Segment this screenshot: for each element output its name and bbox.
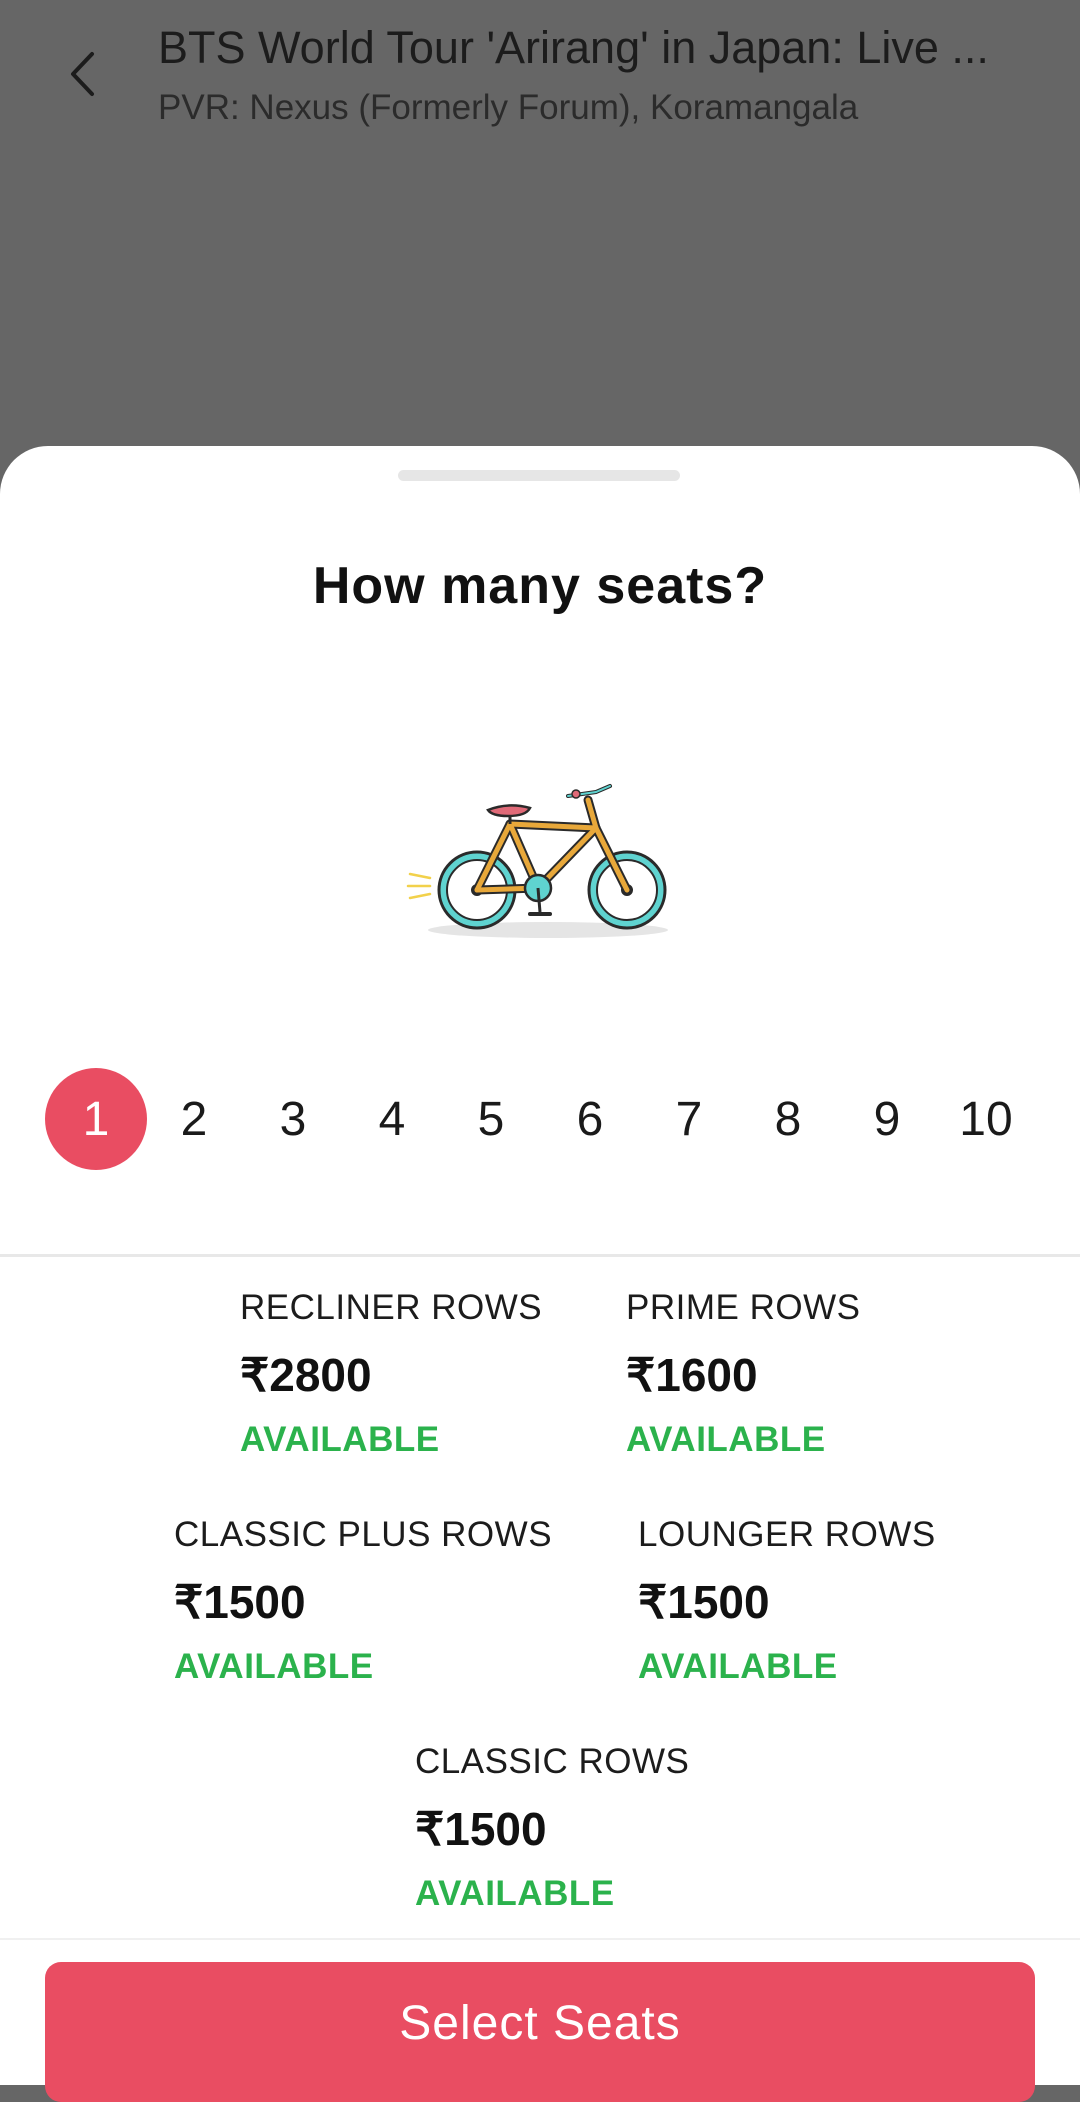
- category-price: ₹1500: [174, 1576, 306, 1628]
- venue-subtitle: PVR: Nexus (Formerly Forum), Koramangala: [158, 88, 859, 127]
- sheet-title: How many seats?: [312, 557, 768, 615]
- category-price: ₹1500: [638, 1576, 770, 1628]
- back-button[interactable]: [58, 46, 108, 102]
- seat-option-6[interactable]: 6: [539, 1068, 641, 1170]
- category-name: RECLINER ROWS: [240, 1288, 543, 1327]
- chevron-left-icon: [71, 52, 94, 96]
- select-seats-button[interactable]: Select Seats: [45, 1962, 1035, 2102]
- category-price: ₹1500: [415, 1803, 547, 1855]
- seat-count-sheet: How many seats? 1 2 3 4 5 6 7 8 9 10 REC…: [0, 446, 1080, 2102]
- seat-option-1[interactable]: 1: [45, 1068, 147, 1170]
- seat-count-selector: 1 2 3 4 5 6 7 8 9 10: [0, 1068, 1080, 1172]
- category-name: LOUNGER ROWS: [638, 1515, 936, 1554]
- category-status: AVAILABLE: [626, 1420, 826, 1459]
- header: BTS World Tour 'Arirang' in Japan: Live …: [0, 0, 1080, 446]
- seat-option-9[interactable]: 9: [836, 1068, 938, 1170]
- seat-option-2[interactable]: 2: [143, 1068, 245, 1170]
- category-name: PRIME ROWS: [626, 1288, 861, 1327]
- category-status: AVAILABLE: [240, 1420, 440, 1459]
- seat-option-4[interactable]: 4: [341, 1068, 443, 1170]
- seat-option-3[interactable]: 3: [242, 1068, 344, 1170]
- page-title: BTS World Tour 'Arirang' in Japan: Live …: [158, 22, 989, 73]
- sheet-drag-handle[interactable]: [398, 470, 680, 481]
- seat-option-7[interactable]: 7: [638, 1068, 740, 1170]
- category-classic-plus-rows: CLASSIC PLUS ROWS ₹1500 AVAILABLE: [174, 1515, 552, 1687]
- seat-option-8[interactable]: 8: [737, 1068, 839, 1170]
- divider: [0, 1254, 1080, 1257]
- category-status: AVAILABLE: [174, 1647, 374, 1686]
- seat-option-5[interactable]: 5: [440, 1068, 542, 1170]
- bicycle-icon: [406, 784, 668, 938]
- category-recliner-rows: RECLINER ROWS ₹2800 AVAILABLE: [240, 1288, 542, 1460]
- seat-option-10[interactable]: 10: [935, 1068, 1037, 1170]
- category-prime-rows: PRIME ROWS ₹1600 AVAILABLE: [626, 1288, 860, 1460]
- category-classic-rows: CLASSIC ROWS ₹1500 AVAILABLE: [415, 1742, 689, 1914]
- category-lounger-rows: LOUNGER ROWS ₹1500 AVAILABLE: [638, 1515, 936, 1687]
- category-name: CLASSIC PLUS ROWS: [174, 1515, 553, 1554]
- category-price: ₹2800: [240, 1349, 372, 1401]
- category-status: AVAILABLE: [415, 1874, 615, 1913]
- category-price: ₹1600: [626, 1349, 758, 1401]
- category-status: AVAILABLE: [638, 1647, 838, 1686]
- sheet-footer: Select Seats: [0, 1938, 1080, 2102]
- category-name: CLASSIC ROWS: [415, 1742, 690, 1781]
